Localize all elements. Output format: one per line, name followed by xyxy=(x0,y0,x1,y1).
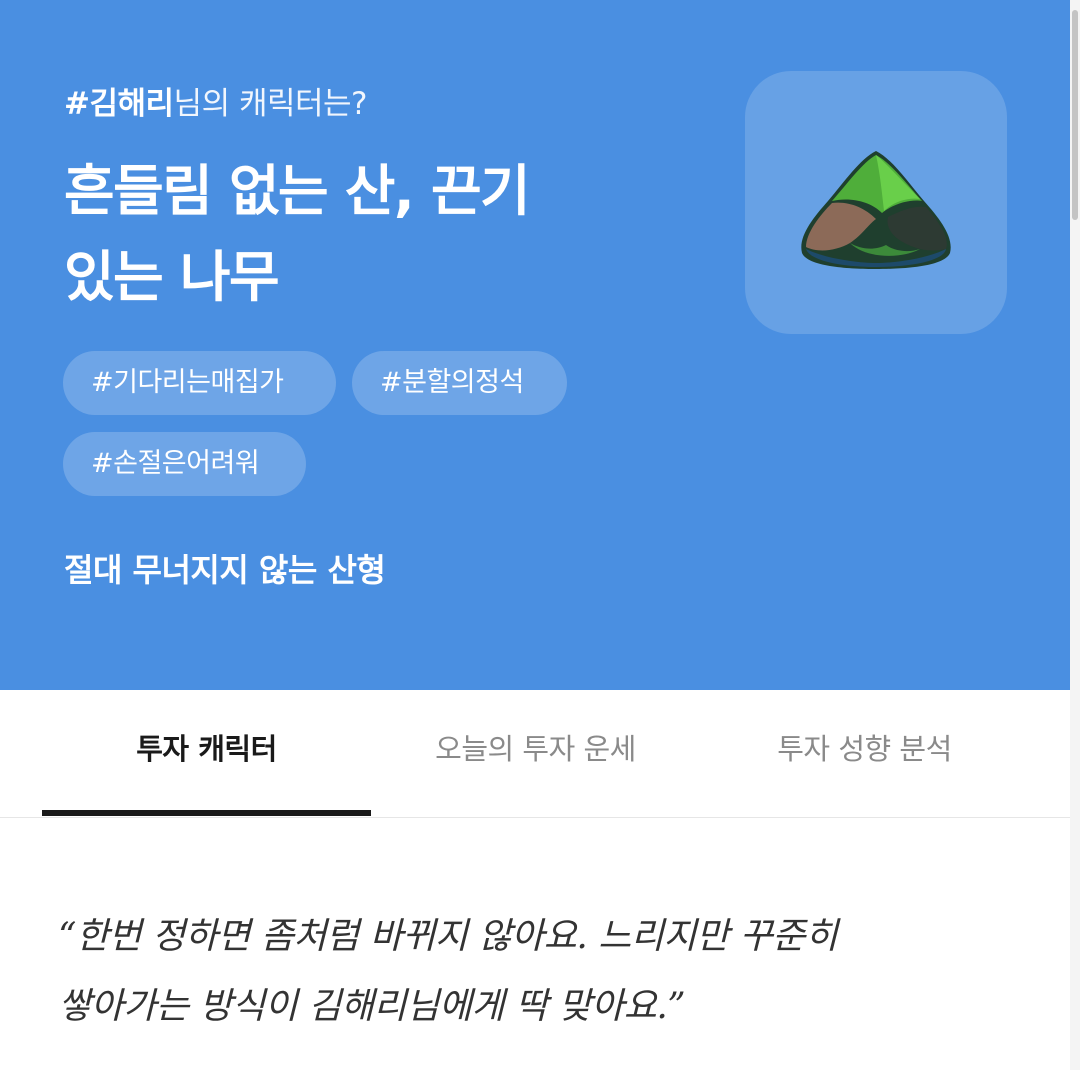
eyebrow-suffix: 님의 캐릭터는? xyxy=(173,86,368,122)
hashtag-chip: #분할의정석 xyxy=(352,351,567,415)
tab-bar: 투자 캐릭터 오늘의 투자 운세 투자 성향 분석 xyxy=(0,690,1070,818)
hashtag-chip: #기다리는매집가 xyxy=(63,351,336,415)
quote-line2: 쌓아가는 방식이 김해리님에게 딱 맞아요.” xyxy=(58,986,686,1027)
user-name-hashtag: #김해리 xyxy=(64,86,174,122)
scrollbar[interactable] xyxy=(1070,0,1080,1070)
character-title: 흔들림 없는 산, 끈기 있는 나무 xyxy=(64,148,704,320)
character-description: 절대 무너지지 않는 산형 xyxy=(64,551,386,589)
scrollbar-thumb[interactable] xyxy=(1072,10,1078,220)
tab-investment-analysis[interactable]: 투자 성향 분석 xyxy=(700,690,1029,817)
hashtag-chip: #손절은어려워 xyxy=(63,432,306,496)
character-image-card xyxy=(745,71,1007,334)
hero-eyebrow: #김해리님의 캐릭터는? xyxy=(64,78,367,123)
active-tab-indicator xyxy=(42,810,371,816)
mountain-icon xyxy=(801,151,951,269)
tab-investment-character[interactable]: 투자 캐릭터 xyxy=(42,690,371,817)
character-title-line2: 있는 나무 xyxy=(64,245,280,309)
character-hero: #김해리님의 캐릭터는? 흔들림 없는 산, 끈기 있는 나무 #기다리는매집가… xyxy=(0,0,1070,690)
character-title-line1: 흔들림 없는 산, 끈기 xyxy=(64,159,531,223)
tab-daily-fortune[interactable]: 오늘의 투자 운세 xyxy=(371,690,700,817)
character-quote: “한번 정하면 좀처럼 바뀌지 않아요. 느리지만 꾸준히 쌓아가는 방식이 김… xyxy=(58,902,1048,1042)
quote-line1: “한번 정하면 좀처럼 바뀌지 않아요. 느리지만 꾸준히 xyxy=(58,916,838,957)
